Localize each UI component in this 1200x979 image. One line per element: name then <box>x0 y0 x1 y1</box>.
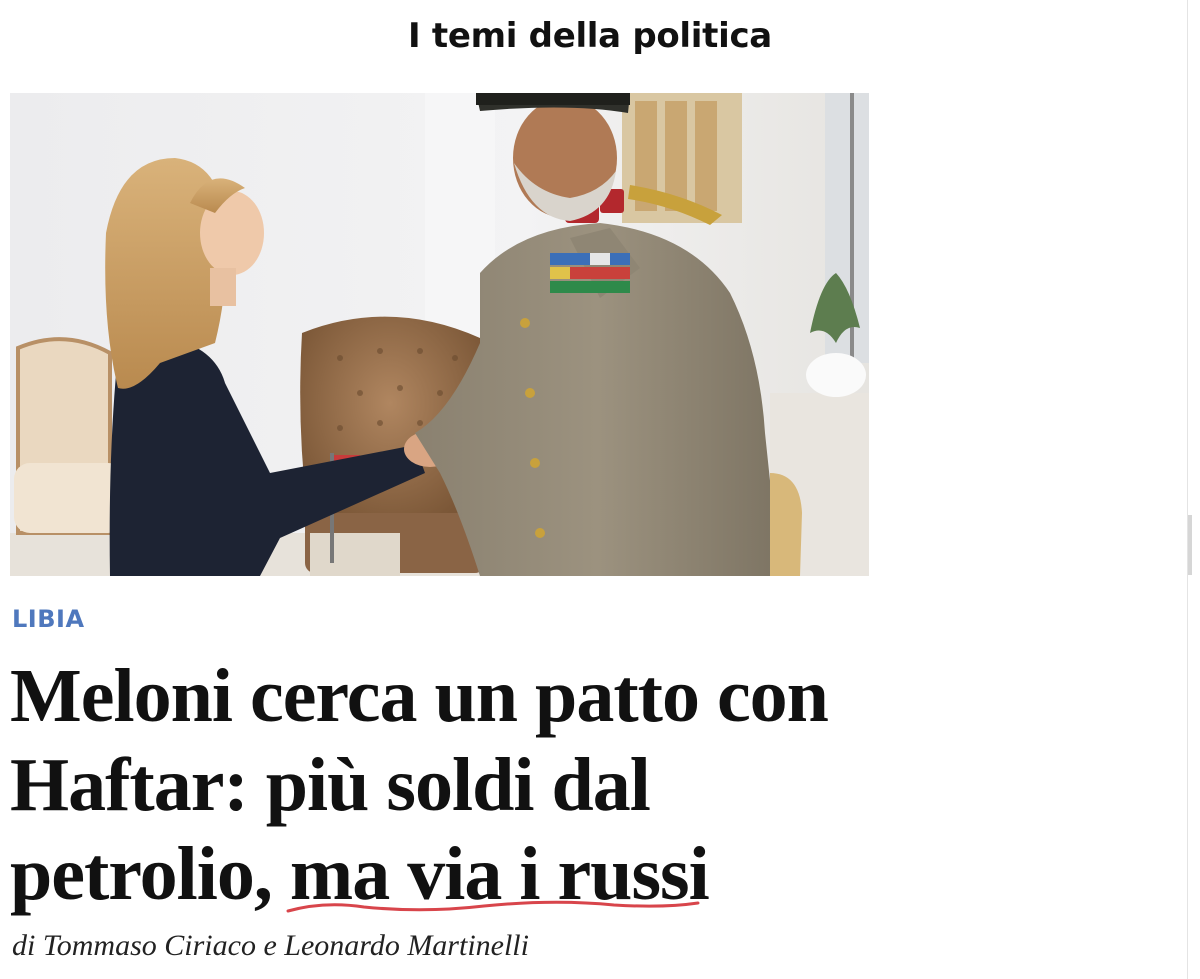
section-title[interactable]: I temi della politica <box>0 12 1180 60</box>
handwritten-underline-annotation <box>286 900 700 913</box>
article-byline: di Tommaso Ciriaco e Leonardo Martinelli <box>12 929 529 962</box>
headline-line-1: Meloni cerca un patto con <box>10 654 829 738</box>
article-category[interactable]: LIBIA <box>12 604 85 634</box>
article-headline[interactable]: Meloni cerca un patto con Haftar: più so… <box>10 652 910 919</box>
scrollbar-track[interactable] <box>1187 0 1188 979</box>
photo-illustration <box>10 93 869 576</box>
article-photo[interactable] <box>10 93 869 576</box>
headline-line-2: Haftar: più soldi dal <box>10 743 651 827</box>
scrollbar-thumb[interactable] <box>1188 515 1192 575</box>
